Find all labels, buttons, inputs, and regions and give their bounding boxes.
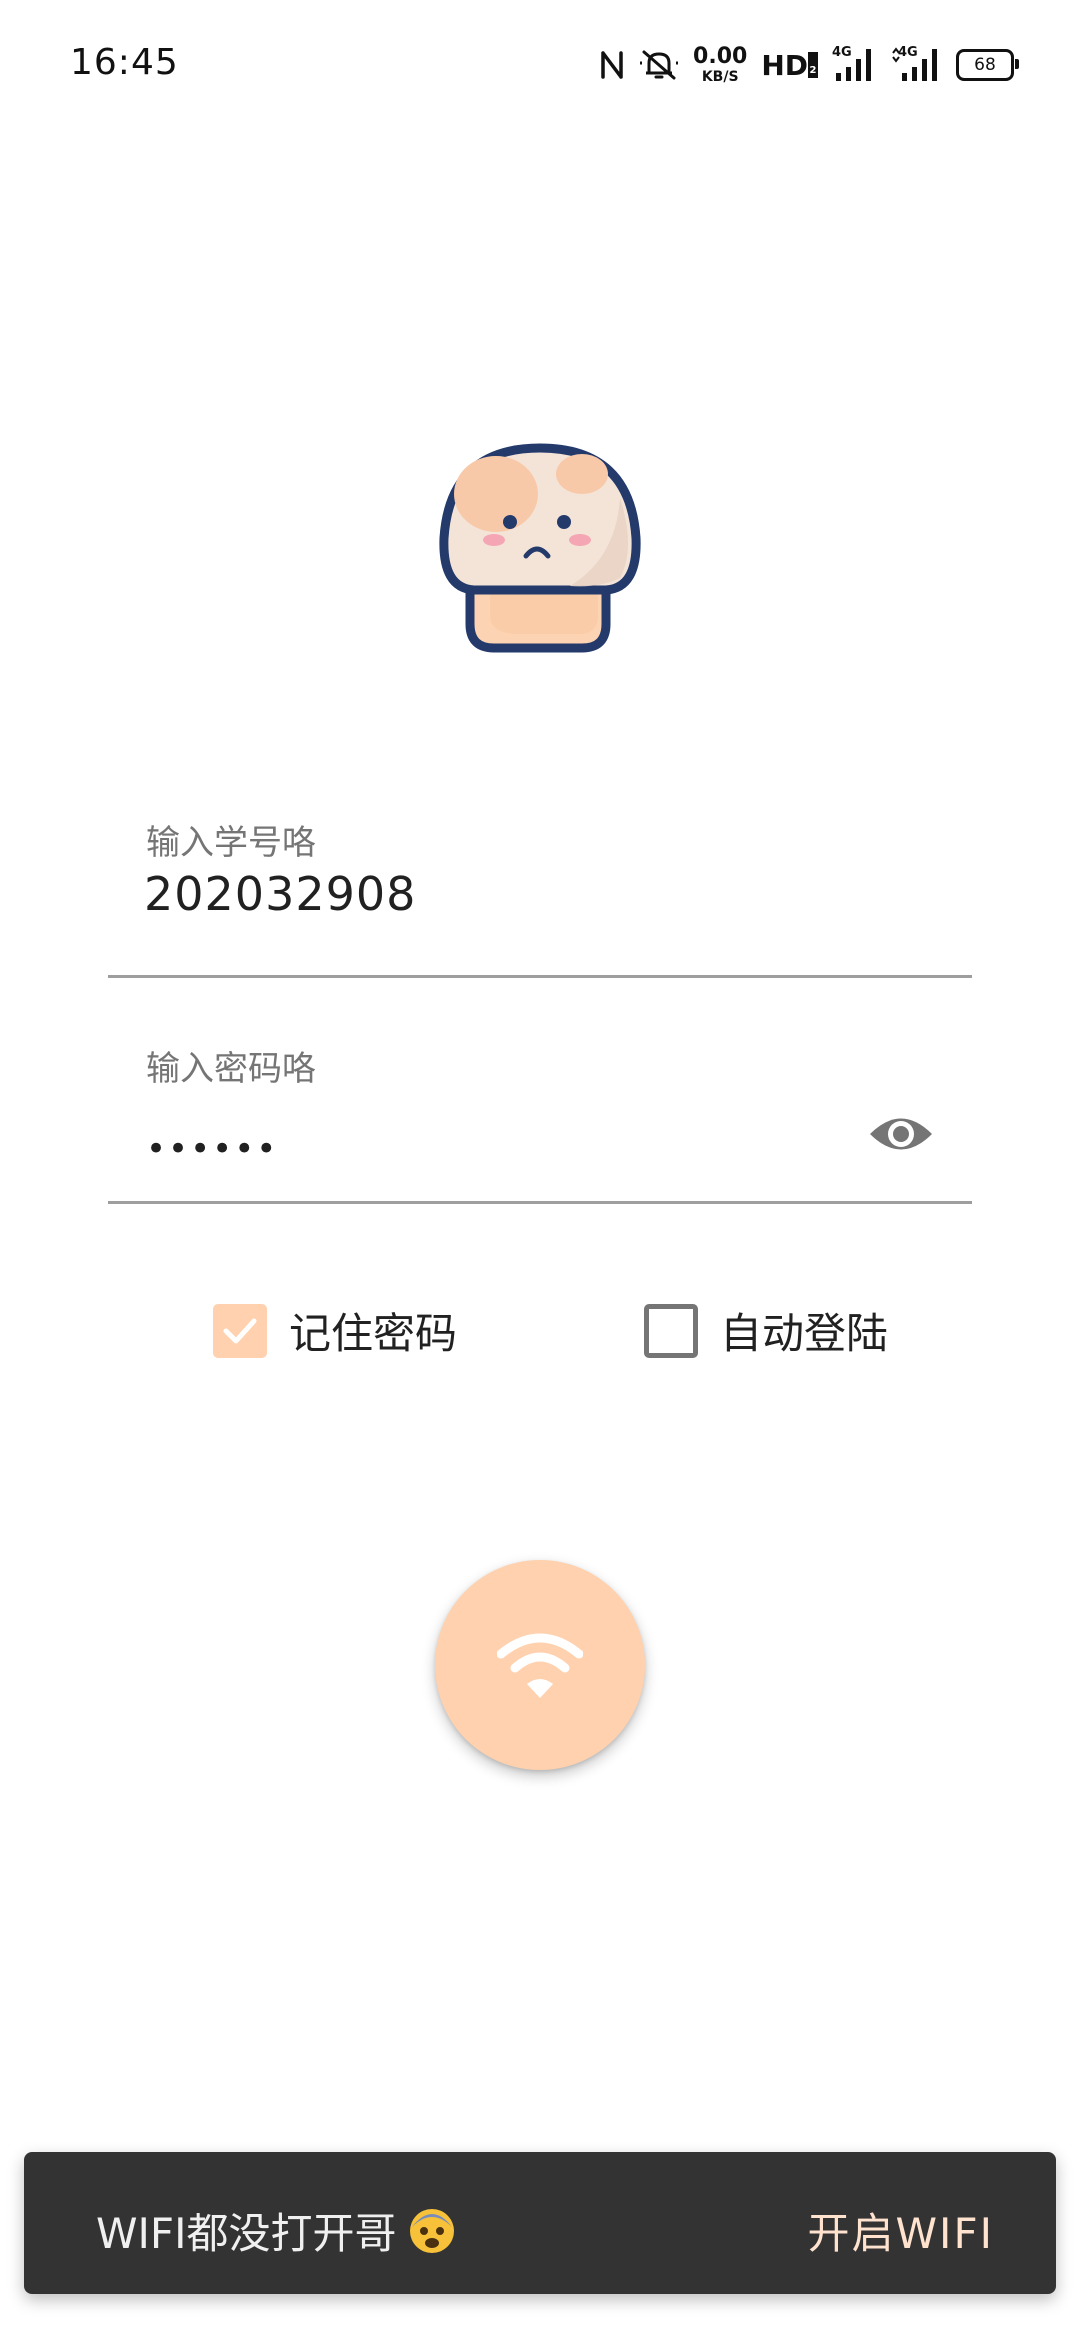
student-id-input[interactable]: 202032908 bbox=[144, 867, 416, 921]
password-input[interactable]: •••••• bbox=[146, 1129, 278, 1169]
password-label: 输入密码咯 bbox=[146, 1049, 316, 1089]
mute-icon bbox=[640, 50, 679, 80]
wifi-icon bbox=[497, 1633, 583, 1698]
hd-label: HD bbox=[761, 48, 808, 82]
auto-login-label: 自动登陆 bbox=[720, 1309, 889, 1358]
enable-wifi-button[interactable]: 开启WIFI bbox=[808, 2200, 994, 2261]
student-id-label: 输入学号咯 bbox=[146, 823, 316, 863]
password-field[interactable]: 输入密码咯 •••••• bbox=[108, 1041, 972, 1204]
snackbar-message: WIFI都没打开哥 bbox=[96, 2200, 456, 2261]
remember-password-checkbox[interactable] bbox=[213, 1303, 267, 1358]
wifi-connect-button[interactable] bbox=[435, 1560, 645, 1770]
remember-password-option[interactable]: 记住密码 bbox=[213, 1300, 457, 1361]
battery-icon: 68 bbox=[956, 49, 1019, 81]
login-screen: 16:45 0.00 KB/S HD 2 4G 4G 68 输入学号咯 2020… bbox=[0, 0, 1080, 2340]
remember-password-label: 记住密码 bbox=[289, 1309, 458, 1358]
snackbar: WIFI都没打开哥 开启WIFI bbox=[24, 2152, 1056, 2294]
svg-text:2: 2 bbox=[810, 65, 817, 76]
auto-login-option[interactable]: 自动登陆 bbox=[644, 1300, 888, 1361]
signal-4g-icon-2: 4G bbox=[890, 45, 942, 83]
status-bar: 16:45 0.00 KB/S HD 2 4G 4G 68 bbox=[0, 0, 1080, 130]
status-icons: 0.00 KB/S HD 2 4G 4G 68 bbox=[599, 40, 1019, 90]
checkmark-icon bbox=[223, 1318, 257, 1343]
battery-level: 68 bbox=[974, 55, 996, 75]
nfc-icon bbox=[601, 51, 623, 79]
eye-icon[interactable] bbox=[868, 1111, 934, 1157]
snackbar-message-text: WIFI都没打开哥 bbox=[96, 2209, 397, 2258]
net-speed-unit: KB/S bbox=[701, 69, 739, 85]
student-id-field[interactable]: 输入学号咯 202032908 bbox=[108, 815, 972, 978]
net-speed-value: 0.00 bbox=[693, 44, 748, 69]
signal-4g-icon: 4G bbox=[832, 45, 876, 83]
status-time: 16:45 bbox=[70, 42, 179, 83]
mushroom-mascot-icon bbox=[439, 443, 641, 653]
hd-icon: HD 2 bbox=[761, 49, 818, 82]
net-speed: 0.00 KB/S bbox=[693, 44, 748, 85]
fearful-face-icon bbox=[410, 2208, 455, 2253]
auto-login-checkbox[interactable] bbox=[644, 1303, 698, 1358]
